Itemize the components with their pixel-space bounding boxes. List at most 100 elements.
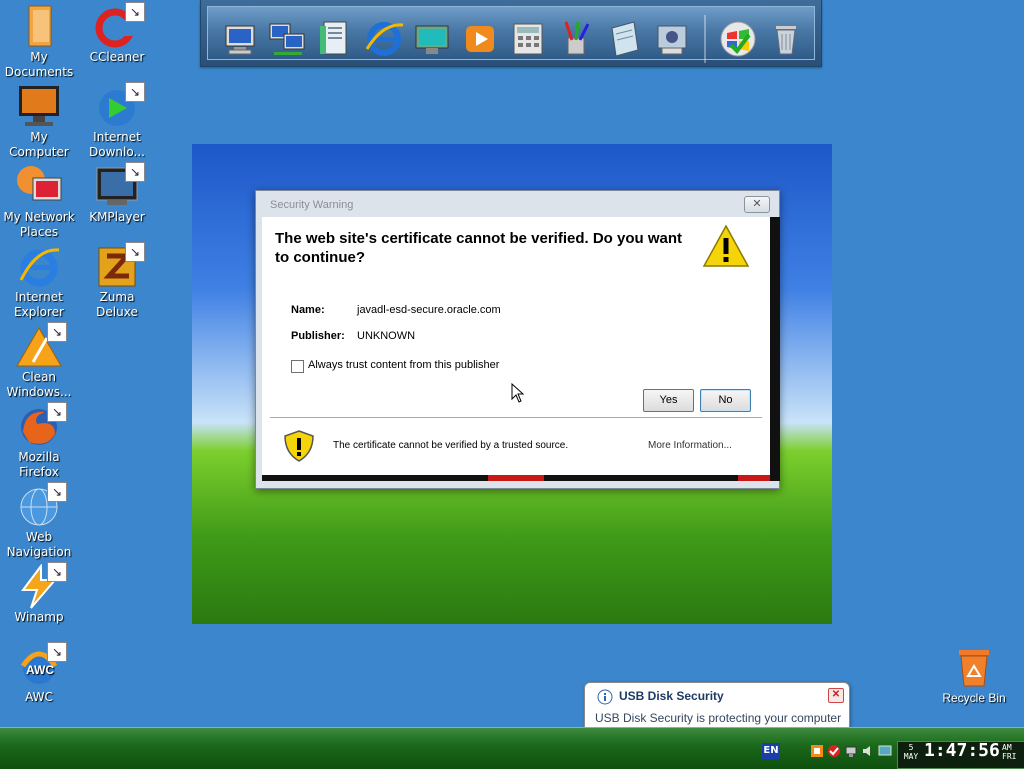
monitor-icon[interactable] (410, 17, 454, 61)
windows-logo-icon[interactable] (716, 17, 760, 61)
desktop-icon-awc[interactable]: AWC ↘ AWC (0, 642, 78, 705)
yes-button[interactable]: Yes (643, 389, 694, 412)
info-icon (597, 689, 613, 705)
documents-icon[interactable] (314, 17, 358, 61)
media-player-icon[interactable] (458, 17, 502, 61)
desktop-icon-mozilla-firefox[interactable]: ↘ Mozilla Firefox (0, 402, 78, 480)
desktop-icon-label: Internet Downlo... (89, 130, 145, 159)
desktop-icon-recycle-bin[interactable]: Recycle Bin (936, 646, 1012, 705)
name-label: Name: (291, 304, 325, 316)
clock-ampm: AM (1002, 743, 1012, 752)
desktop-icon-label: CCleaner (89, 50, 145, 64)
desktop-icon-label: My Computer (9, 130, 69, 159)
clock-day-number: 5 (908, 743, 914, 752)
dock-bar (207, 6, 815, 63)
awc-icon: AWC ↘ (15, 642, 67, 690)
shortcut-arrow-icon: ↘ (125, 162, 145, 182)
desktop-icon-my-computer[interactable]: My Computer (0, 84, 78, 160)
desktop-icon-label: Mozilla Firefox (18, 450, 60, 479)
notification-title: USB Disk Security (619, 689, 724, 703)
top-dock (200, 0, 822, 67)
desktop-icon-label: My Network Places (3, 210, 75, 239)
clock-weekday: FRI (1002, 752, 1017, 761)
network-tray-icon[interactable] (844, 744, 858, 758)
recycle-bin-icon (959, 650, 989, 687)
usb-security-tray-icon[interactable] (810, 744, 824, 758)
always-trust-label[interactable]: Always trust content from this publisher (308, 359, 499, 371)
desktop-icon-label: AWC (25, 690, 53, 704)
desktop-icon-zuma-deluxe[interactable]: ↘ Zuma Deluxe (78, 242, 156, 320)
desktop-icon-label: Internet Explorer (14, 290, 64, 319)
desktop-icon-label: Clean Windows... (6, 370, 72, 399)
shortcut-arrow-icon: ↘ (47, 482, 67, 502)
folder-icon (15, 4, 63, 50)
dock-separator (704, 15, 706, 63)
desktop-icon-my-network-places[interactable]: My Network Places (0, 164, 78, 240)
winamp-icon: ↘ (15, 562, 67, 610)
dialog-close-button[interactable]: ✕ (744, 196, 770, 213)
desktop-icon-my-documents[interactable]: My Documents (0, 4, 78, 80)
desktop-icon-internet-explorer[interactable]: Internet Explorer (0, 244, 78, 320)
shortcut-arrow-icon: ↘ (125, 242, 145, 262)
internet-explorer-icon[interactable] (362, 17, 406, 61)
ccleaner-icon: ↘ (93, 2, 145, 50)
dialog-bottom-accent (488, 475, 544, 481)
desktop-icon-label: KMPlayer (89, 210, 145, 224)
desktop-icon-ccleaner[interactable]: ↘ CCleaner (78, 2, 156, 65)
clock-month: MAY (903, 752, 919, 761)
dialog-body: The web site's certificate cannot be ver… (262, 217, 780, 481)
more-information-link[interactable]: More Information... (648, 440, 732, 451)
notepad-icon[interactable] (602, 17, 646, 61)
language-indicator[interactable]: EN (762, 743, 780, 759)
desktop-icon-web-navigation[interactable]: ↘ Web Navigation (0, 482, 78, 560)
desktop-icon-label: Zuma Deluxe (96, 290, 138, 319)
firefox-icon: ↘ (15, 402, 67, 450)
no-button[interactable]: No (700, 389, 751, 412)
network-icon[interactable] (266, 17, 310, 61)
shortcut-arrow-icon: ↘ (125, 82, 145, 102)
always-trust-checkbox[interactable] (291, 360, 304, 373)
internet-explorer-icon (15, 244, 63, 290)
dialog-title: Security Warning (270, 199, 354, 211)
shortcut-arrow-icon: ↘ (125, 2, 145, 22)
svg-text:AWC: AWC (26, 663, 54, 677)
desktop-icon-internet-download-manager[interactable]: ↘ Internet Downlo... (78, 82, 156, 160)
computer-icon (15, 84, 63, 130)
warning-broom-icon: ↘ (15, 322, 67, 370)
dialog-bottom-accent (738, 475, 770, 481)
desktop-icon-kmplayer[interactable]: ↘ KMPlayer (78, 162, 156, 225)
desktop-icon-clean-windows[interactable]: ↘ Clean Windows... (0, 322, 78, 400)
globe-icon: ↘ (15, 482, 67, 530)
volume-tray-icon[interactable] (861, 744, 875, 758)
shortcut-arrow-icon: ↘ (47, 642, 67, 662)
network-places-icon (15, 164, 63, 210)
paint-icon[interactable] (554, 17, 598, 61)
clock-date: 5 MAY (900, 743, 922, 761)
notification-close-button[interactable]: ✕ (828, 688, 844, 703)
shortcut-arrow-icon: ↘ (47, 562, 67, 582)
publisher-label: Publisher: (291, 330, 345, 342)
name-value: javadl-esd-secure.oracle.com (357, 304, 501, 316)
security-warning-dialog: Security Warning ✕ The web site's certif… (255, 190, 780, 489)
security-tray-icon[interactable] (827, 744, 841, 758)
clock-time: 1:47:56 (924, 740, 1000, 761)
desktop-icon-winamp[interactable]: ↘ Winamp (0, 562, 78, 625)
computer-icon[interactable] (218, 17, 262, 61)
calculator-icon[interactable] (506, 17, 550, 61)
download-manager-icon: ↘ (93, 82, 145, 130)
dialog-divider (270, 417, 762, 418)
control-panel-icon[interactable] (650, 17, 694, 61)
publisher-value: UNKNOWN (357, 330, 416, 342)
shield-warning-icon (284, 430, 314, 462)
recycle-bin-icon[interactable] (764, 17, 808, 61)
warning-icon (702, 224, 750, 267)
mouse-cursor-icon (511, 383, 525, 403)
kmplayer-icon: ↘ (93, 162, 145, 210)
desktop-icon-label: My Documents (4, 50, 74, 79)
notification-text: USB Disk Security is protecting your com… (595, 711, 842, 725)
desktop-icon-label: Winamp (14, 610, 64, 624)
zuma-icon: ↘ (93, 242, 145, 290)
display-tray-icon[interactable] (878, 744, 892, 758)
dialog-heading: The web site's certificate cannot be ver… (275, 230, 682, 266)
shortcut-arrow-icon: ↘ (47, 402, 67, 422)
